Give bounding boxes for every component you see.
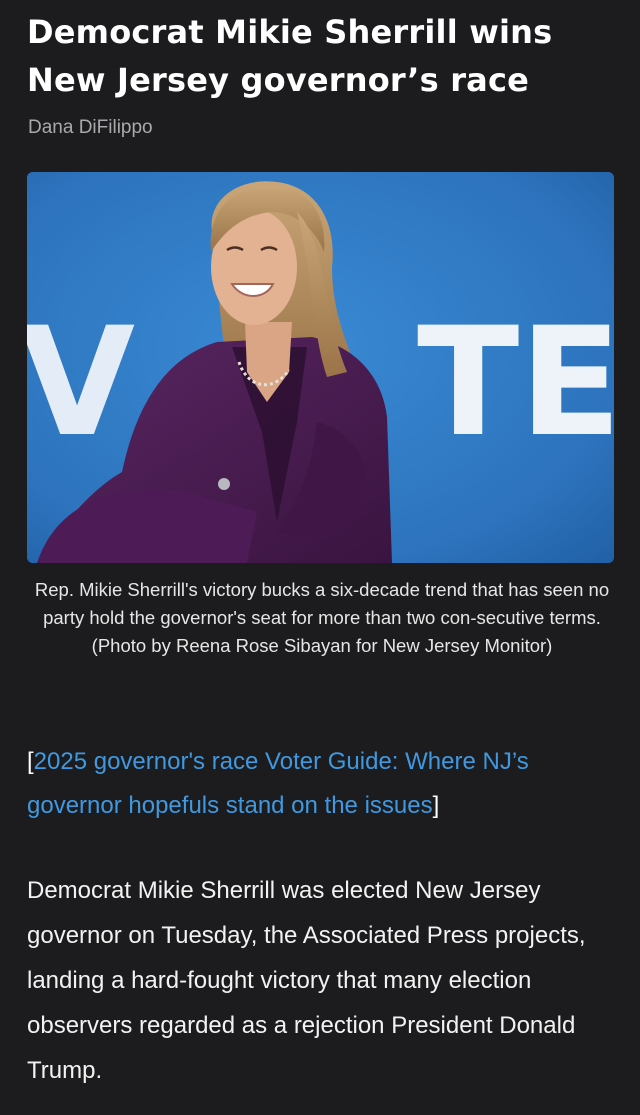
article-body-paragraph: Democrat Mikie Sherrill was elected New …: [27, 877, 586, 1084]
article-headline: Democrat Mikie Sherrill wins New Jersey …: [27, 13, 553, 99]
photo-illustration: V TES: [27, 172, 614, 563]
backdrop-letters-tes: TES: [417, 296, 614, 470]
author-byline[interactable]: Dana DiFilippo: [28, 117, 153, 139]
photo-caption: Rep. Mikie Sherrill's victory bucks a si…: [34, 579, 610, 656]
related-close-bracket: ]: [432, 792, 440, 819]
article-photo[interactable]: V TES: [27, 172, 614, 563]
voter-guide-link[interactable]: 2025 governor's race Voter Guide: Where …: [27, 748, 529, 819]
related-guide: [2025 governor's race Voter Guide: Where…: [27, 740, 617, 828]
related-open-bracket: [: [27, 748, 34, 775]
